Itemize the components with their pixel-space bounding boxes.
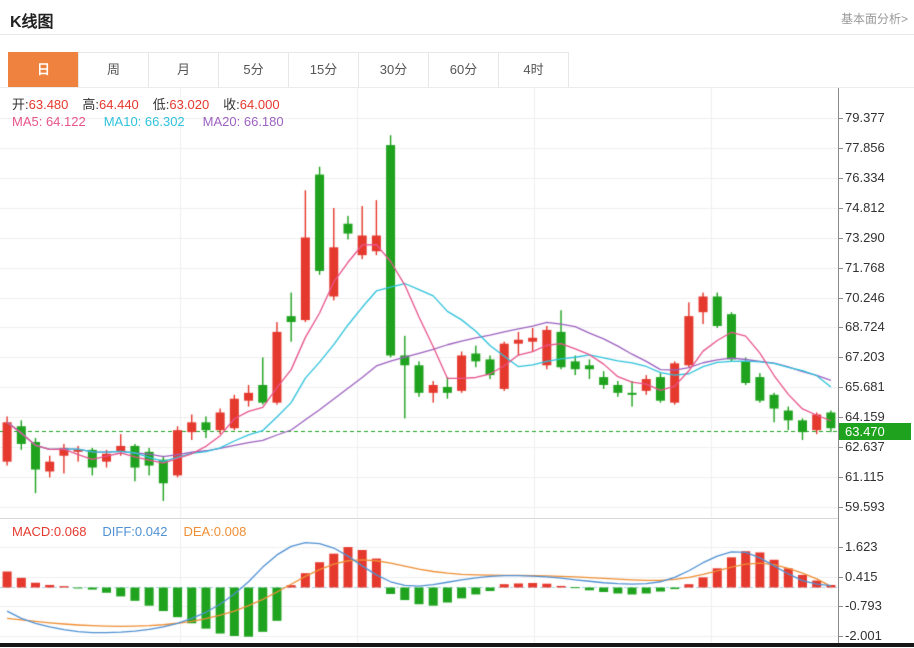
price-axis-label: 79.377 <box>845 110 885 125</box>
price-axis-label: 73.290 <box>845 230 885 245</box>
axis-tick <box>838 606 843 607</box>
fundamental-analysis-link[interactable]: 基本面分析> <box>841 10 908 27</box>
axis-tick <box>838 238 843 239</box>
axis-tick <box>838 178 843 179</box>
axis-tick <box>838 547 843 548</box>
low-label: 低: <box>153 97 170 112</box>
tab-day[interactable]: 日 <box>8 52 79 88</box>
tab-4hour[interactable]: 4时 <box>498 52 569 88</box>
diff-value: DIFF:0.042 <box>102 524 167 539</box>
axis-tick <box>838 298 843 299</box>
bottom-scrollbar[interactable] <box>0 643 914 647</box>
high-label: 高: <box>82 97 99 112</box>
price-axis-label: 76.334 <box>845 170 885 185</box>
axis-tick <box>838 118 843 119</box>
price-axis-label: 74.812 <box>845 200 885 215</box>
price-axis-label: 62.637 <box>845 439 885 454</box>
axis-tick <box>838 577 843 578</box>
price-axis-label: 68.724 <box>845 319 885 334</box>
axis-tick <box>838 636 843 637</box>
open-label: 开: <box>12 97 29 112</box>
open-value: 63.480 <box>29 97 69 112</box>
macd-axis-label: 0.415 <box>845 569 878 584</box>
price-axis-label: 59.593 <box>845 499 885 514</box>
tab-15min[interactable]: 15分 <box>288 52 359 88</box>
tab-5min[interactable]: 5分 <box>218 52 289 88</box>
price-axis-label: 61.115 <box>845 469 884 484</box>
axis-tick <box>838 327 843 328</box>
axis-tick <box>838 507 843 508</box>
price-axis-label: 64.159 <box>845 409 885 424</box>
price-axis-label: 65.681 <box>845 379 885 394</box>
price-axis-label: 77.856 <box>845 140 885 155</box>
axis-tick <box>838 477 843 478</box>
page-title: K线图 <box>10 8 54 32</box>
ma5-legend: MA5: 64.122 <box>12 114 86 129</box>
price-axis-label: 67.203 <box>845 349 885 364</box>
macd-axis-label: 1.623 <box>845 539 878 554</box>
header-divider <box>0 34 914 35</box>
close-value: 64.000 <box>240 97 280 112</box>
tab-60min[interactable]: 60分 <box>428 52 499 88</box>
axis-tick <box>838 417 843 418</box>
tab-week[interactable]: 周 <box>78 52 149 88</box>
axis-tick <box>838 357 843 358</box>
close-label: 收: <box>223 97 240 112</box>
macd-axis-label: -0.793 <box>845 598 882 613</box>
ma20-legend: MA20: 66.180 <box>203 114 284 129</box>
axis-tick <box>838 208 843 209</box>
price-axis-label: 71.768 <box>845 260 885 275</box>
timeframe-tabs: 日 周 月 5分 15分 30分 60分 4时 <box>8 52 569 88</box>
price-axis-label: 70.246 <box>845 290 885 305</box>
axis-tick <box>838 447 843 448</box>
macd-value: MACD:0.068 <box>12 524 86 539</box>
macd-legend: MACD:0.068 DIFF:0.042 DEA:0.008 <box>12 524 246 539</box>
axis-tick <box>838 148 843 149</box>
dea-value: DEA:0.008 <box>183 524 246 539</box>
ohlc-legend: 开:63.480 高:64.440 低:63.020 收:64.000 <box>12 94 294 113</box>
ma10-legend: MA10: 66.302 <box>104 114 185 129</box>
ma-legend: MA5: 64.122 MA10: 66.302 MA20: 66.180 <box>12 114 284 129</box>
high-value: 64.440 <box>99 97 139 112</box>
low-value: 63.020 <box>169 97 209 112</box>
panel-separator <box>0 518 838 519</box>
tab-30min[interactable]: 30分 <box>358 52 429 88</box>
macd-axis-label: -2.001 <box>845 628 882 643</box>
last-price-badge: 63.470 <box>839 423 911 440</box>
axis-tick <box>838 268 843 269</box>
axis-tick <box>838 387 843 388</box>
main-chart-canvas[interactable] <box>0 88 838 518</box>
price-axis-line <box>838 88 839 645</box>
kline-page: K线图 基本面分析> 日 周 月 5分 15分 30分 60分 4时 开:63.… <box>0 0 914 648</box>
tab-month[interactable]: 月 <box>148 52 219 88</box>
